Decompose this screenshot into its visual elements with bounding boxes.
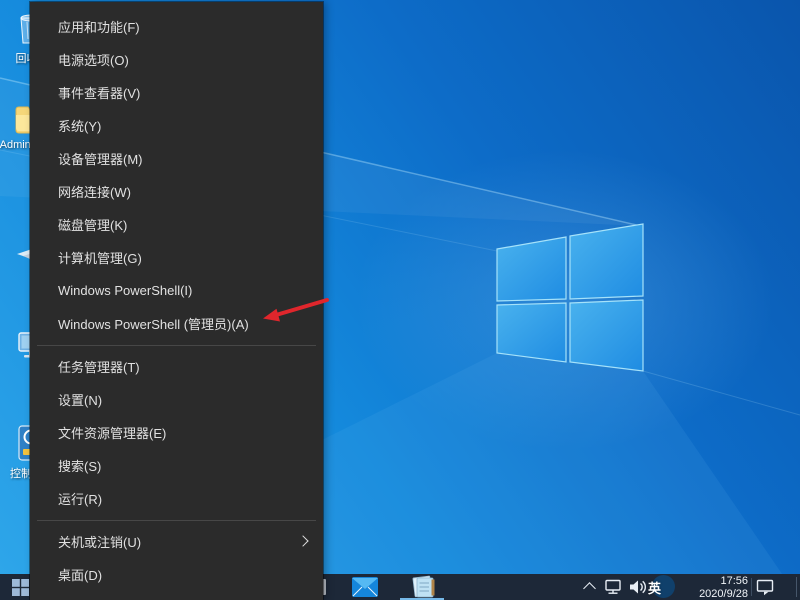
ime-indicator[interactable]: 英 <box>648 578 661 597</box>
show-desktop-divider[interactable] <box>796 577 797 597</box>
menu-item-label: Windows PowerShell (管理员)(A) <box>58 314 249 333</box>
screen: 回收站 Administrator <box>0 0 800 600</box>
menu-item-label: 设置(N) <box>58 390 102 409</box>
clock-time: 17:56 <box>699 575 748 588</box>
menu-item-label: 任务管理器(T) <box>58 357 140 376</box>
tray-chevron-up-icon[interactable] <box>583 582 596 595</box>
menu-item[interactable]: 设备管理器(M) <box>30 142 323 175</box>
menu-item-label: 运行(R) <box>58 489 102 508</box>
menu-item-label: 搜索(S) <box>58 456 101 475</box>
menu-item[interactable]: Windows PowerShell(I) <box>30 274 323 307</box>
network-tray-button[interactable] <box>604 579 624 595</box>
volume-tray-button[interactable] <box>629 579 649 595</box>
menu-item[interactable]: 应用和功能(F) <box>30 10 323 43</box>
menu-item-label: 网络连接(W) <box>58 182 131 201</box>
menu-item[interactable]: 关机或注销(U) <box>30 525 323 558</box>
menu-item[interactable]: 事件查看器(V) <box>30 76 323 109</box>
menu-separator <box>30 515 323 525</box>
menu-item-label: 电源选项(O) <box>58 50 129 69</box>
menu-item-label: 磁盘管理(K) <box>58 215 127 234</box>
volume-icon <box>629 579 649 595</box>
notepad-app-button[interactable] <box>406 575 438 598</box>
notepad-icon <box>406 575 438 598</box>
menu-item-label: Windows PowerShell(I) <box>58 283 192 298</box>
action-center-button[interactable] <box>756 579 776 596</box>
action-center-icon <box>756 579 776 596</box>
menu-item-label: 事件查看器(V) <box>58 83 140 102</box>
winx-menu-items: 应用和功能(F) 电源选项(O) 事件查看器(V) 系统(Y) 设备管理器(M) 网络连接… <box>30 10 323 591</box>
menu-item[interactable]: 电源选项(O) <box>30 43 323 76</box>
menu-item[interactable]: 任务管理器(T) <box>30 350 323 383</box>
windows-logo <box>497 224 643 371</box>
menu-item-label: 桌面(D) <box>58 565 102 584</box>
mail-app-button[interactable] <box>352 577 378 597</box>
menu-item[interactable]: 设置(N) <box>30 383 323 416</box>
menu-item[interactable]: 文件资源管理器(E) <box>30 416 323 449</box>
menu-item[interactable]: 网络连接(W) <box>30 175 323 208</box>
network-icon <box>604 579 624 595</box>
menu-item-label: 设备管理器(M) <box>58 149 143 168</box>
menu-item[interactable]: 桌面(D) <box>30 558 323 591</box>
menu-item-label: 关机或注销(U) <box>58 532 141 551</box>
menu-item[interactable]: Windows PowerShell (管理员)(A) <box>30 307 323 340</box>
start-button[interactable] <box>8 578 32 596</box>
menu-item-label: 系统(Y) <box>58 116 101 135</box>
menu-item[interactable]: 运行(R) <box>30 482 323 515</box>
menu-item-label: 文件资源管理器(E) <box>58 423 166 442</box>
menu-item-label: 应用和功能(F) <box>58 17 140 36</box>
menu-item[interactable]: 搜索(S) <box>30 449 323 482</box>
clock-date: 2020/9/28 <box>699 588 748 600</box>
tray-clock[interactable]: 17:56 2020/9/28 <box>699 575 748 600</box>
mail-icon <box>352 577 378 597</box>
menu-item-label: 计算机管理(G) <box>58 248 142 267</box>
menu-item[interactable]: 系统(Y) <box>30 109 323 142</box>
menu-item[interactable]: 计算机管理(G) <box>30 241 323 274</box>
winx-menu: 应用和功能(F) 电源选项(O) 事件查看器(V) 系统(Y) 设备管理器(M) 网络连接… <box>30 2 323 600</box>
menu-separator <box>30 340 323 350</box>
windows-start-icon <box>12 579 29 596</box>
tray-separator <box>751 578 752 596</box>
menu-item[interactable]: 磁盘管理(K) <box>30 208 323 241</box>
submenu-chevron-icon <box>297 535 308 546</box>
